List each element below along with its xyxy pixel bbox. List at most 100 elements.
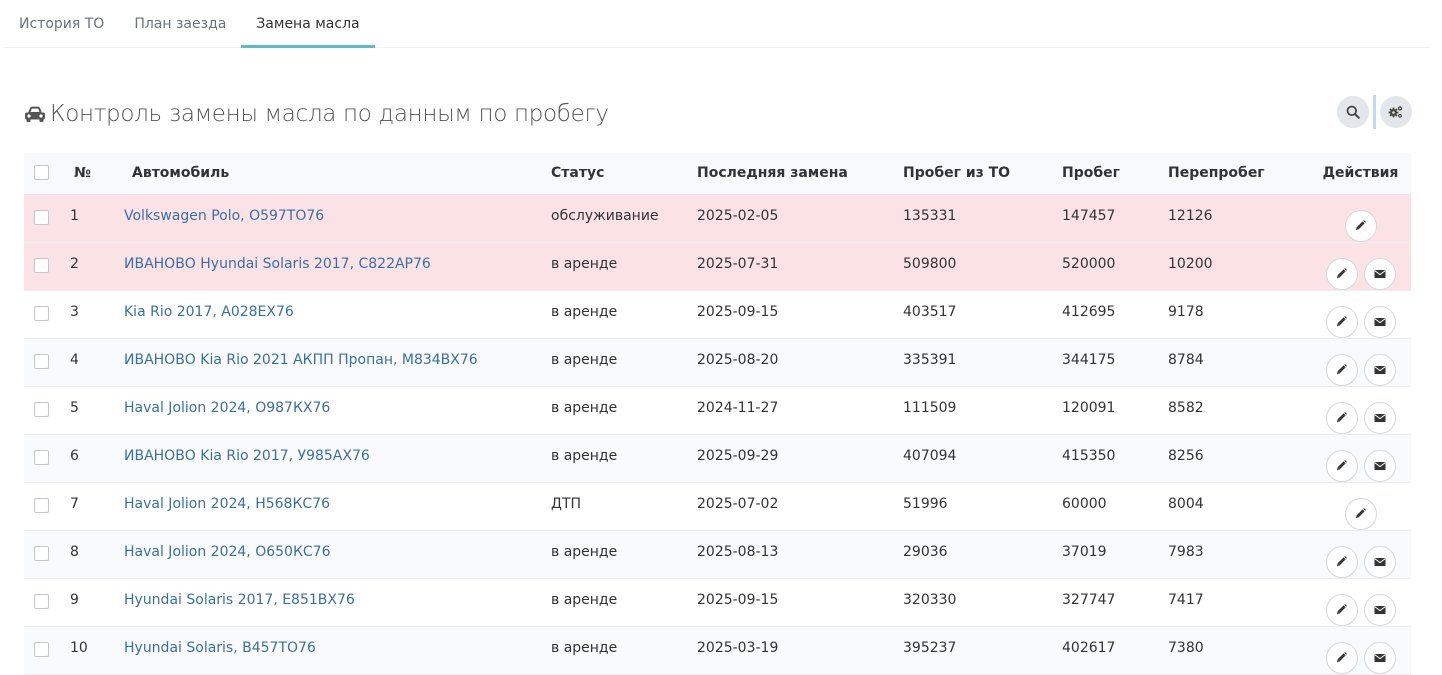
row-checkbox[interactable] — [34, 209, 49, 225]
row-mileage: 60000 — [1062, 495, 1107, 512]
row-car-cell: Kia Rio 2017, А028ЕХ76 — [124, 290, 551, 338]
row-select-cell — [24, 578, 70, 626]
row-num: 5 — [70, 399, 79, 416]
pencil-icon — [1337, 364, 1347, 374]
row-mileage-to: 403517 — [903, 303, 957, 320]
pencil-icon — [1337, 268, 1347, 278]
edit-button[interactable] — [1325, 305, 1358, 338]
row-checkbox[interactable] — [34, 545, 49, 561]
row-actions — [1310, 434, 1411, 482]
car-link[interactable]: ИВАНОВО Kia Rio 2021 АКПП Пропан, М834ВХ… — [124, 352, 478, 368]
pencil-icon — [1337, 652, 1347, 662]
send-mail-button[interactable] — [1363, 305, 1396, 338]
row-overrun: 7380 — [1168, 639, 1204, 656]
row-checkbox[interactable] — [34, 305, 49, 321]
car-link[interactable]: Kia Rio 2017, А028ЕХ76 — [124, 304, 294, 320]
row-status: в аренде — [551, 255, 618, 272]
table-row: 7 Haval Jolion 2024, Н568КС76 ДТП 2025-07-0… — [24, 482, 1411, 530]
header-car[interactable]: Автомобиль — [124, 153, 551, 194]
envelope-icon — [1373, 557, 1386, 566]
row-mileage: 344175 — [1062, 351, 1116, 368]
car-link[interactable]: Volkswagen Polo, О597ТО76 — [124, 208, 324, 224]
send-mail-button[interactable] — [1363, 593, 1396, 626]
header-last-change[interactable]: Последняя замена — [697, 153, 903, 194]
row-mileage-to: 135331 — [903, 207, 957, 224]
row-actions — [1310, 626, 1411, 674]
edit-button[interactable] — [1325, 401, 1358, 434]
row-checkbox[interactable] — [34, 497, 49, 513]
car-link[interactable]: Hyundai Solaris, В457ТО76 — [124, 640, 316, 656]
select-all-cell — [24, 153, 70, 194]
row-overrun: 12126 — [1168, 207, 1213, 224]
row-status: обслуживание — [551, 207, 659, 224]
row-mileage: 402617 — [1062, 639, 1116, 656]
table-row: 5 Haval Jolion 2024, О987КХ76 в аренде 2024… — [24, 386, 1411, 434]
edit-button[interactable] — [1344, 497, 1377, 530]
row-checkbox[interactable] — [34, 257, 49, 273]
row-checkbox[interactable] — [34, 353, 49, 369]
row-actions — [1310, 290, 1411, 338]
row-status: в аренде — [551, 303, 618, 320]
edit-button[interactable] — [1325, 353, 1358, 386]
table-row: 3 Kia Rio 2017, А028ЕХ76 в аренде 2025-09-1… — [24, 290, 1411, 338]
edit-button[interactable] — [1325, 449, 1358, 482]
row-num: 7 — [70, 495, 79, 512]
row-actions — [1310, 530, 1411, 578]
car-icon — [25, 106, 45, 122]
table-row: 6 ИВАНОВО Kia Rio 2017, У985АХ76 в аренде 2… — [24, 434, 1411, 482]
row-checkbox[interactable] — [34, 593, 49, 609]
edit-button[interactable] — [1325, 257, 1358, 290]
send-mail-button[interactable] — [1363, 353, 1396, 386]
row-checkbox[interactable] — [34, 401, 49, 417]
header-mileage[interactable]: Пробег — [1062, 153, 1168, 194]
car-link[interactable]: Haval Jolion 2024, О650КС76 — [124, 544, 330, 560]
tab-1[interactable]: План заезда — [119, 0, 241, 47]
header-mileage-to[interactable]: Пробег из ТО — [903, 153, 1062, 194]
table-row: 8 Haval Jolion 2024, О650КС76 в аренде 2025… — [24, 530, 1411, 578]
row-num: 9 — [70, 591, 79, 608]
envelope-icon — [1373, 653, 1386, 662]
car-link[interactable]: Hyundai Solaris 2017, Е851ВХ76 — [124, 592, 355, 608]
car-link[interactable]: Haval Jolion 2024, О987КХ76 — [124, 400, 330, 416]
car-link[interactable]: ИВАНОВО Kia Rio 2017, У985АХ76 — [124, 448, 370, 464]
send-mail-button[interactable] — [1363, 257, 1396, 290]
edit-button[interactable] — [1325, 545, 1358, 578]
header-actions: Действия — [1322, 165, 1399, 182]
envelope-icon — [1373, 605, 1386, 614]
row-last-change: 2025-03-19 — [697, 639, 779, 656]
send-mail-button[interactable] — [1363, 401, 1396, 434]
header-overrun[interactable]: Перепробег — [1168, 153, 1310, 194]
row-num: 6 — [70, 447, 79, 464]
row-mileage: 120091 — [1062, 399, 1116, 416]
row-checkbox[interactable] — [34, 449, 49, 465]
header-num[interactable]: № — [70, 153, 124, 194]
row-overrun: 7983 — [1168, 543, 1204, 560]
car-link[interactable]: Haval Jolion 2024, Н568КС76 — [124, 496, 330, 512]
row-overrun: 7417 — [1168, 591, 1204, 608]
row-select-cell — [24, 290, 70, 338]
row-last-change: 2025-07-02 — [697, 495, 779, 512]
table-row: 10 Hyundai Solaris, В457ТО76 в аренде 2025-… — [24, 626, 1411, 674]
header-status[interactable]: Статус — [551, 153, 697, 194]
row-checkbox[interactable] — [34, 641, 49, 657]
row-mileage: 327747 — [1062, 591, 1116, 608]
settings-button[interactable] — [1380, 96, 1412, 128]
row-overrun: 10200 — [1168, 255, 1213, 272]
row-mileage: 415350 — [1062, 447, 1116, 464]
car-link[interactable]: ИВАНОВО Hyundai Solaris 2017, С822АР76 — [124, 256, 431, 272]
send-mail-button[interactable] — [1363, 545, 1396, 578]
search-button[interactable] — [1337, 96, 1369, 128]
row-last-change: 2025-08-20 — [697, 351, 779, 368]
edit-button[interactable] — [1344, 209, 1377, 242]
row-overrun: 8004 — [1168, 495, 1204, 512]
edit-button[interactable] — [1325, 641, 1358, 674]
tab-0[interactable]: История ТО — [4, 0, 119, 47]
select-all-checkbox[interactable] — [34, 164, 49, 180]
row-last-change: 2024-11-27 — [697, 399, 779, 416]
row-overrun: 8582 — [1168, 399, 1204, 416]
row-mileage: 37019 — [1062, 543, 1107, 560]
edit-button[interactable] — [1325, 593, 1358, 626]
tab-2[interactable]: Замена масла — [241, 0, 375, 48]
send-mail-button[interactable] — [1363, 641, 1396, 674]
send-mail-button[interactable] — [1363, 449, 1396, 482]
